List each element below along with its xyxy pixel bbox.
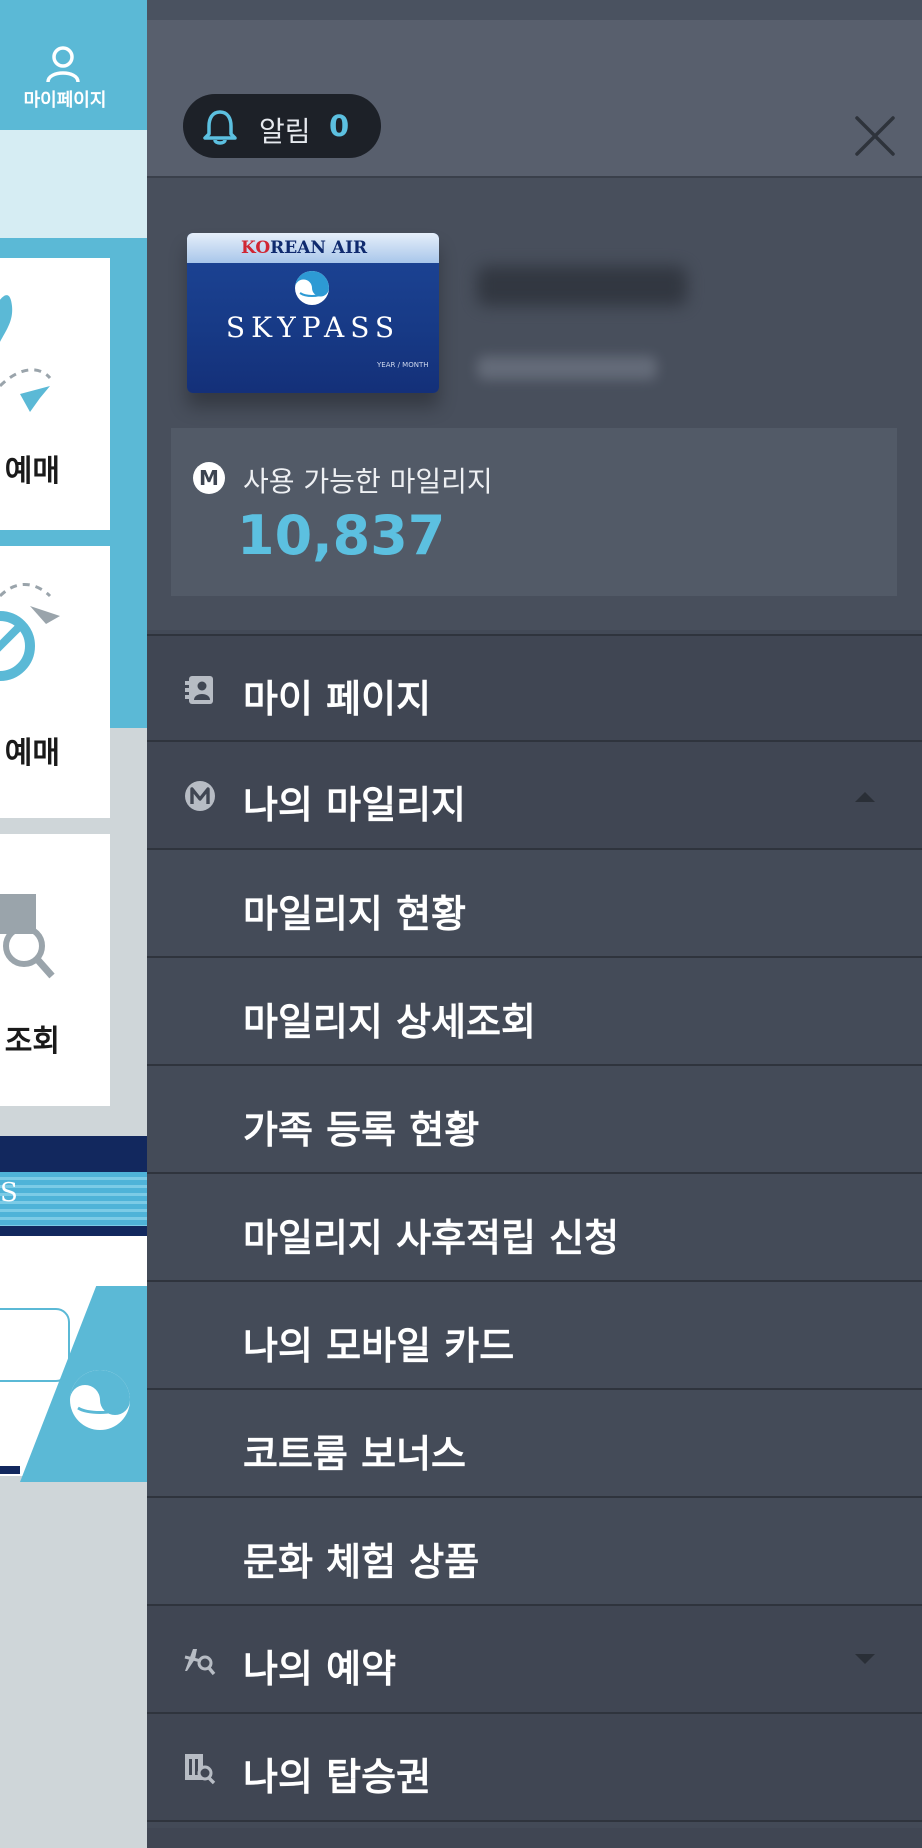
member-id-blurred (477, 356, 657, 380)
promo-text: S (0, 1178, 18, 1208)
promo-edge (0, 1466, 20, 1474)
mileage-summary: M 사용 가능한 마일리지 10,837 (171, 428, 897, 596)
contact-book-icon (185, 676, 213, 704)
booking-card[interactable]: 예매 (0, 546, 110, 818)
booking-card[interactable]: 예매 (0, 258, 110, 530)
mypage-link[interactable]: 마이페이지 (0, 86, 130, 112)
globe-plane-icon (0, 582, 60, 681)
drawer-header: 알림 0 (147, 20, 922, 178)
submenu-item-label: 나의 모바일 카드 (243, 1324, 515, 1368)
bell-icon (203, 110, 237, 145)
drawer-top-strip (147, 0, 922, 20)
notification-button[interactable]: 알림 0 (183, 94, 381, 158)
member-name-blurred (477, 266, 687, 306)
submenu-item-label: 마일리지 상세조회 (243, 1000, 536, 1044)
submenu-item-retro-claim[interactable]: 마일리지 사후적립 신청 (147, 1174, 922, 1282)
skypass-card[interactable]: KOREAN AIR SKYPASS YEAR / MONTH (187, 233, 439, 393)
card-label: 예매 (4, 454, 60, 489)
promo-band (0, 1136, 147, 1172)
menu-item-my-boarding-pass[interactable]: 나의 탑승권 (147, 1714, 922, 1822)
background-page: 마이페이지 예매 예매 조회 S (0, 0, 147, 1848)
notification-label: 알림 (259, 115, 311, 148)
card-label: 예매 (4, 736, 60, 771)
menu-item-mypage[interactable]: 마이 페이지 (147, 634, 922, 742)
menu-item-my-reservations[interactable]: 나의 예약 (147, 1606, 922, 1714)
banner-band (0, 130, 147, 238)
mileage-m-icon: M (193, 462, 225, 494)
card-small-text: YEAR / MONTH (377, 361, 429, 369)
lookup-card[interactable]: 조회 (0, 834, 110, 1106)
brand-rest: REAN AIR (270, 238, 368, 258)
mileage-value: 10,837 (237, 504, 446, 567)
taegeuk-emblem-icon (295, 271, 329, 305)
menu-item-label: 나의 예약 (243, 1647, 397, 1691)
mileage-m-icon (185, 781, 215, 811)
brand-k: K (241, 238, 256, 258)
submenu-item-coatroom-bonus[interactable]: 코트룸 보너스 (147, 1390, 922, 1498)
promo-stripes (0, 1172, 147, 1226)
taegeuk-logo-icon (70, 1370, 130, 1430)
user-icon[interactable] (45, 44, 81, 84)
submenu-item-mileage-status[interactable]: 마일리지 현황 (147, 850, 922, 958)
drawer-menu: 마이 페이지 나의 마일리지 마일리지 현황 마일리지 상세조회 가족 등록 현… (147, 634, 922, 1822)
submenu-item-label: 문화 체험 상품 (243, 1540, 480, 1584)
card-label: 조회 (4, 1024, 60, 1059)
map-plane-icon (0, 295, 52, 412)
submenu-item-label: 코트룸 보너스 (243, 1432, 466, 1476)
ticket-search-icon (0, 894, 55, 979)
menu-item-my-mileage[interactable]: 나의 마일리지 (147, 742, 922, 850)
promo-divider (0, 1226, 147, 1236)
submenu-item-mobile-card[interactable]: 나의 모바일 카드 (147, 1282, 922, 1390)
submenu-item-culture-products[interactable]: 문화 체험 상품 (147, 1498, 922, 1606)
notification-count: 0 (329, 109, 350, 143)
card-product-name: SKYPASS (225, 311, 401, 344)
menu-item-label: 나의 탑승권 (243, 1755, 432, 1799)
submenu-item-label: 마일리지 사후적립 신청 (243, 1216, 620, 1260)
submenu-item-family-registration[interactable]: 가족 등록 현황 (147, 1066, 922, 1174)
menu-item-label: 마이 페이지 (243, 677, 432, 721)
chevron-down-icon (855, 1654, 875, 1664)
submenu-item-label: 가족 등록 현황 (243, 1108, 480, 1152)
submenu-item-mileage-detail[interactable]: 마일리지 상세조회 (147, 958, 922, 1066)
ticket-search-icon (185, 1754, 216, 1785)
submenu-item-label: 마일리지 현황 (243, 892, 466, 936)
menu-item-label: 나의 마일리지 (243, 783, 466, 827)
profile-section: KOREAN AIR SKYPASS YEAR / MONTH M 사용 가능한… (147, 178, 922, 630)
side-drawer: 알림 0 KOREAN AIR SKYPASS YEAR / MONTH M 사… (147, 0, 922, 1848)
mileage-label: 사용 가능한 마일리지 (243, 465, 493, 498)
chevron-up-icon (855, 792, 875, 802)
card-brand: KOREAN AIR (241, 238, 367, 258)
plane-search-icon (184, 1649, 216, 1676)
promo-input[interactable] (0, 1308, 70, 1382)
close-icon[interactable] (847, 108, 903, 164)
drawer-bottom (147, 1828, 922, 1848)
brand-o: O (255, 238, 271, 258)
